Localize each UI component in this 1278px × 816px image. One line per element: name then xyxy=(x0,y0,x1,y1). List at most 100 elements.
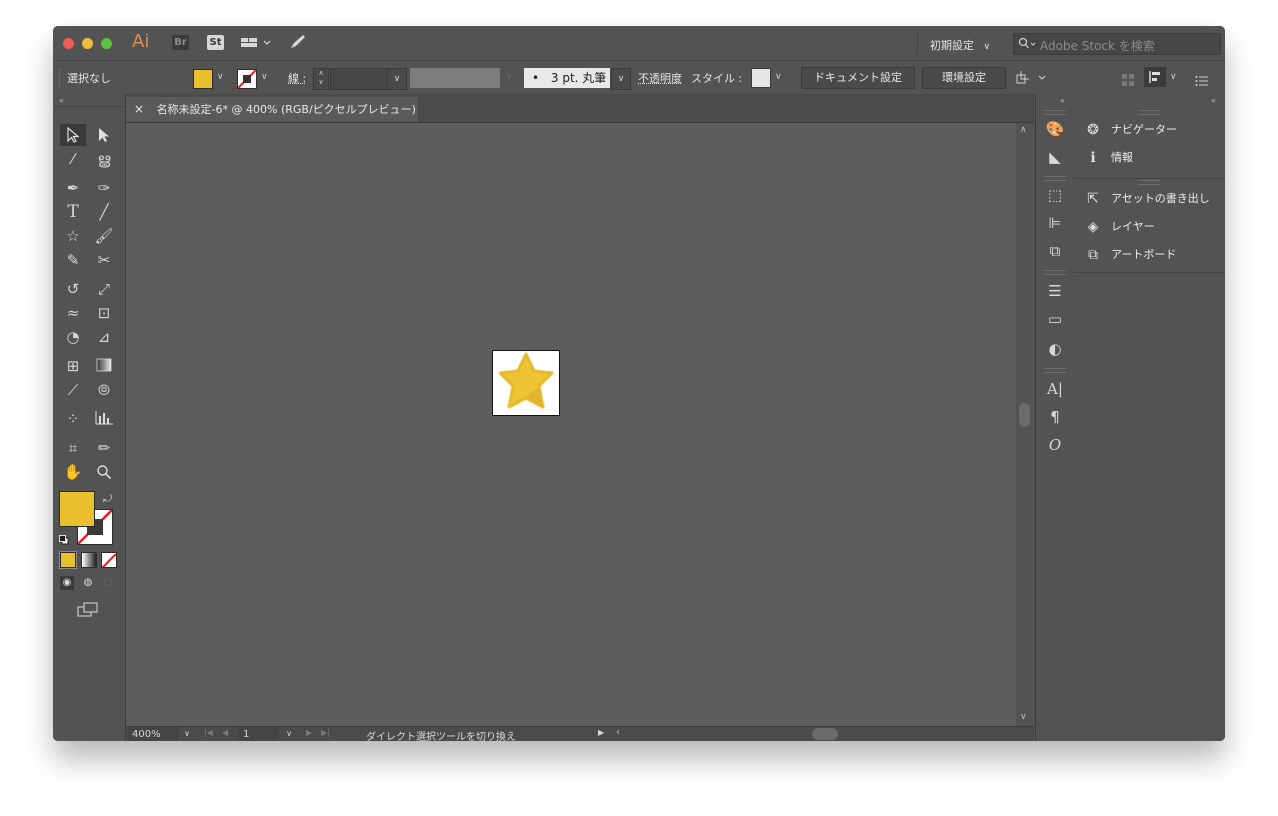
scroll-up-icon[interactable]: ∧ xyxy=(1020,125,1027,135)
align-dropdown-chevron-icon[interactable]: ∨ xyxy=(1170,72,1177,82)
magic-wand-tool-icon[interactable]: ⁄ xyxy=(60,148,86,170)
hand-tool-icon[interactable]: ✋ xyxy=(60,461,86,483)
scissors-tool-icon[interactable]: ✂ xyxy=(91,249,117,271)
character-panel-icon[interactable]: A| xyxy=(1043,378,1067,400)
paragraph-panel-icon[interactable]: ¶ xyxy=(1043,406,1067,428)
transparency-panel-icon[interactable]: ◐ xyxy=(1043,338,1067,360)
gradient-mode-button[interactable] xyxy=(81,552,97,568)
status-text[interactable]: ダイレクト選択ツールを切り換え xyxy=(366,728,516,741)
collapse-strip-icon[interactable]: « xyxy=(1060,96,1065,105)
width-tool-icon[interactable]: ≈ xyxy=(60,302,86,324)
align-panel-icon[interactable]: ⊫ xyxy=(1043,212,1067,234)
artboard-dropdown[interactable]: ∨ xyxy=(282,729,296,738)
shaper-tool-icon[interactable]: ✎ xyxy=(60,249,86,271)
draw-behind-icon[interactable]: ◍ xyxy=(81,576,95,590)
panel-grip[interactable] xyxy=(1044,176,1066,181)
gradient-tool-icon[interactable] xyxy=(91,355,117,377)
previous-artboard-icon[interactable]: ◀ xyxy=(222,728,228,737)
brush-dropdown[interactable]: ∨ xyxy=(611,68,631,90)
style-dropdown-chevron-icon[interactable]: ∨ xyxy=(775,72,782,82)
opacity-label[interactable]: 不透明度 xyxy=(638,70,682,86)
panel-grip[interactable] xyxy=(1138,180,1160,185)
next-artboard-icon[interactable]: ▶ xyxy=(306,728,312,737)
direct-selection-tool-icon[interactable] xyxy=(91,124,117,146)
slice-tool-icon[interactable]: ✏ xyxy=(91,437,117,459)
vertical-scrollbar[interactable]: ∧ ∨ xyxy=(1016,123,1034,726)
stroke-weight-stepper[interactable]: ∧ ∨ xyxy=(313,68,329,90)
zoom-tool-icon[interactable] xyxy=(91,461,117,483)
last-artboard-icon[interactable]: ▶| xyxy=(321,728,330,737)
panel-grip[interactable] xyxy=(1044,270,1066,275)
zoom-level-field[interactable]: 400% xyxy=(128,727,178,741)
preferences-button[interactable]: 環境設定 xyxy=(922,67,1006,89)
close-tab-icon[interactable]: × xyxy=(134,102,144,116)
swap-fill-stroke-icon[interactable]: ⤾ xyxy=(103,492,112,506)
transform-panel-icon[interactable]: ⬚ xyxy=(1043,184,1067,206)
asset-export-panel-item[interactable]: ⇱ アセットの書き出し xyxy=(1084,188,1210,210)
control-bar-grip[interactable] xyxy=(59,69,62,87)
type-tool-icon[interactable]: T xyxy=(60,201,86,223)
selection-tool-icon[interactable] xyxy=(60,124,86,146)
symbol-sprayer-tool-icon[interactable]: ⁘ xyxy=(60,408,86,430)
stock-button[interactable]: St xyxy=(207,35,224,50)
eyedropper-tool-icon[interactable]: ⟋ xyxy=(60,379,86,401)
document-setup-button[interactable]: ドキュメント設定 xyxy=(801,67,915,89)
panel-grip[interactable] xyxy=(1044,110,1066,115)
scale-tool-icon[interactable]: ⤢ xyxy=(91,278,117,300)
vertical-scroll-thumb[interactable] xyxy=(1019,403,1030,427)
panel-grip[interactable] xyxy=(1138,110,1160,115)
close-window-button[interactable] xyxy=(63,38,74,49)
search-input[interactable]: Adobe Stock を検索 xyxy=(1040,37,1155,54)
bridge-button[interactable]: Br xyxy=(172,35,189,50)
navigator-panel-item[interactable]: ❂ ナビゲーター xyxy=(1084,119,1177,141)
free-transform-tool-icon[interactable]: ⊡ xyxy=(91,302,117,324)
canvas-area[interactable] xyxy=(126,123,1016,726)
artboard-tool-icon[interactable]: ⌗ xyxy=(60,437,86,459)
shape-builder-tool-icon[interactable]: ◔ xyxy=(60,326,86,348)
panel-grip[interactable] xyxy=(1044,368,1066,373)
grid-view-icon[interactable] xyxy=(1122,71,1134,86)
brush-definition-field[interactable]: • 3 pt. 丸筆 xyxy=(524,68,610,88)
line-segment-tool-icon[interactable]: ╱ xyxy=(91,201,117,223)
scroll-left-icon[interactable]: ‹ xyxy=(616,727,620,738)
color-panel-icon[interactable]: 🎨 xyxy=(1043,118,1067,140)
zoom-window-button[interactable] xyxy=(101,38,112,49)
graphic-style-swatch[interactable] xyxy=(751,68,771,88)
variable-width-profile[interactable] xyxy=(410,68,500,88)
paintbrush-tool-icon[interactable]: 🖌 xyxy=(91,225,117,247)
info-panel-item[interactable]: ℹ 情報 xyxy=(1084,147,1133,169)
rotate-tool-icon[interactable]: ↺ xyxy=(60,278,86,300)
gpu-performance-button[interactable] xyxy=(289,34,307,54)
screen-mode-icon[interactable] xyxy=(77,602,99,622)
column-graph-tool-icon[interactable] xyxy=(91,408,117,430)
scroll-down-icon[interactable]: ∨ xyxy=(1020,712,1027,722)
stroke-dropdown-chevron-icon[interactable]: ∨ xyxy=(261,72,268,82)
artboard[interactable] xyxy=(492,350,560,416)
draw-inside-icon[interactable]: ◌ xyxy=(101,576,115,590)
star-tool-icon[interactable]: ☆ xyxy=(60,225,86,247)
minimize-window-button[interactable] xyxy=(82,38,93,49)
blend-tool-icon[interactable]: ⦾ xyxy=(91,379,117,401)
color-guide-icon[interactable]: ◣ xyxy=(1043,146,1067,168)
stroke-label[interactable]: 線 : xyxy=(288,70,306,86)
document-tab[interactable]: × 名称未設定-6* @ 400% (RGB/ピクセルプレビュー) xyxy=(126,97,418,122)
mesh-tool-icon[interactable]: ⊞ xyxy=(60,355,86,377)
none-mode-button[interactable] xyxy=(101,552,117,568)
curvature-tool-icon[interactable]: ✑ xyxy=(91,177,117,199)
status-menu-icon[interactable]: ▶ xyxy=(598,728,604,737)
artboard-number-field[interactable]: 1 xyxy=(239,727,279,741)
stroke-color-swatch[interactable] xyxy=(237,69,257,89)
profile-dropdown-chevron-icon[interactable]: ∨ xyxy=(506,72,513,82)
arrange-documents-button[interactable] xyxy=(241,36,271,50)
gradient-panel-icon[interactable]: ▭ xyxy=(1043,308,1067,330)
fill-color-box[interactable] xyxy=(59,491,95,527)
collapse-tools-icon[interactable]: « xyxy=(59,96,64,105)
star-artwork[interactable] xyxy=(493,351,559,415)
fill-dropdown-chevron-icon[interactable]: ∨ xyxy=(217,72,224,82)
workspace-switcher[interactable]: 初期設定 ∨ xyxy=(930,37,990,53)
artboards-panel-item[interactable]: ⧉ アートボード xyxy=(1084,244,1176,266)
panel-menu-icon[interactable] xyxy=(1195,72,1209,91)
fill-color-swatch[interactable] xyxy=(193,69,213,89)
collapse-panels-icon[interactable]: « xyxy=(1211,96,1216,105)
pen-tool-icon[interactable]: ✒ xyxy=(60,177,86,199)
